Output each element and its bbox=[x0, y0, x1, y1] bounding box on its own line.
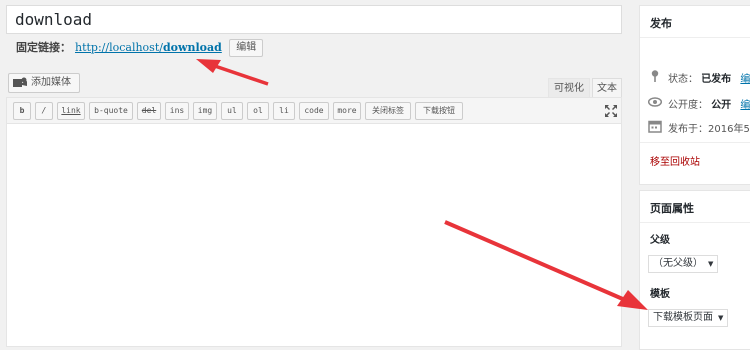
quicktags-toolbar: b / link b-quote del ins img ul ol li co… bbox=[7, 98, 621, 124]
template-select-value: 下载模板页面 bbox=[653, 312, 713, 323]
qt-ins-button[interactable]: ins bbox=[165, 102, 189, 120]
qt-del-button[interactable]: del bbox=[137, 102, 161, 120]
divider bbox=[640, 142, 750, 143]
move-to-trash-link[interactable]: 移至回收站 bbox=[650, 153, 700, 168]
published-date: 发布于：2016年5月 bbox=[668, 124, 750, 135]
publish-box: 发布 状态： 已发布 编辑 公开度： 公开 编辑 发布于：2016年5月 移至回… bbox=[639, 5, 750, 185]
annotation-arrow-permalink bbox=[196, 59, 269, 86]
permalink-row: 固定链接： http://localhost/download 编辑 bbox=[16, 38, 264, 58]
edit-permalink-button[interactable]: 编辑 bbox=[229, 39, 264, 57]
visibility-row: 公开度： 公开 编辑 bbox=[668, 96, 750, 111]
calendar-icon bbox=[648, 120, 662, 133]
page-attributes-title: 页面属性 bbox=[650, 202, 694, 215]
publish-box-title: 发布 bbox=[650, 17, 672, 30]
tab-visual[interactable]: 可视化 bbox=[548, 78, 590, 98]
status-row: 状态： 已发布 编辑 bbox=[668, 70, 750, 85]
status-edit-link[interactable]: 编辑 bbox=[740, 74, 750, 85]
divider bbox=[640, 222, 750, 223]
qt-code-button[interactable]: code bbox=[299, 102, 329, 120]
qt-li-button[interactable]: li bbox=[273, 102, 295, 120]
qt-italic-button[interactable]: / bbox=[35, 102, 53, 120]
qt-download-button[interactable]: 下载按钮 bbox=[415, 102, 463, 120]
template-select[interactable]: 下载模板页面 ▼ bbox=[648, 309, 729, 327]
visibility-edit-link[interactable]: 编辑 bbox=[740, 100, 750, 111]
add-media-label: 添加媒体 bbox=[31, 77, 71, 88]
qt-bold-button[interactable]: b bbox=[13, 102, 31, 120]
visibility-value: 公开 bbox=[711, 100, 732, 111]
post-title-input[interactable]: download bbox=[6, 5, 622, 34]
qt-ol-button[interactable]: ol bbox=[247, 102, 269, 120]
permalink-link[interactable]: http://localhost/download bbox=[75, 41, 222, 54]
permalink-base: http://localhost/ bbox=[75, 41, 163, 54]
divider bbox=[640, 37, 750, 38]
chevron-down-icon: ▼ bbox=[718, 314, 724, 322]
parent-select[interactable]: （无父级） ▼ bbox=[648, 255, 719, 273]
qt-link-button[interactable]: link bbox=[57, 102, 85, 120]
media-icon bbox=[13, 77, 27, 87]
eye-icon bbox=[648, 97, 662, 107]
qt-blockquote-button[interactable]: b-quote bbox=[89, 102, 133, 120]
chevron-down-icon: ▼ bbox=[708, 260, 714, 268]
tab-text[interactable]: 文本 bbox=[592, 78, 622, 98]
qt-close-tags-button[interactable]: 关闭标签 bbox=[365, 102, 411, 120]
permalink-slug: download bbox=[162, 41, 222, 54]
editor-area[interactable]: b / link b-quote del ins img ul ol li co… bbox=[6, 97, 622, 347]
page-attributes-box: 页面属性 父级 （无父级） ▼ 模板 下载模板页面 ▼ bbox=[639, 190, 750, 350]
template-label: 模板 bbox=[650, 289, 670, 300]
pin-icon bbox=[651, 70, 659, 82]
qt-ul-button[interactable]: ul bbox=[221, 102, 243, 120]
parent-label: 父级 bbox=[650, 235, 670, 246]
status-label: 状态： bbox=[668, 74, 698, 85]
parent-select-value: （无父级） bbox=[653, 258, 703, 269]
fullscreen-icon[interactable] bbox=[603, 103, 619, 119]
add-media-button[interactable]: 添加媒体 bbox=[8, 73, 80, 93]
permalink-label: 固定链接： bbox=[16, 41, 71, 54]
visibility-label: 公开度： bbox=[668, 100, 708, 111]
qt-img-button[interactable]: img bbox=[193, 102, 217, 120]
status-value: 已发布 bbox=[701, 74, 732, 85]
qt-more-button[interactable]: more bbox=[333, 102, 361, 120]
